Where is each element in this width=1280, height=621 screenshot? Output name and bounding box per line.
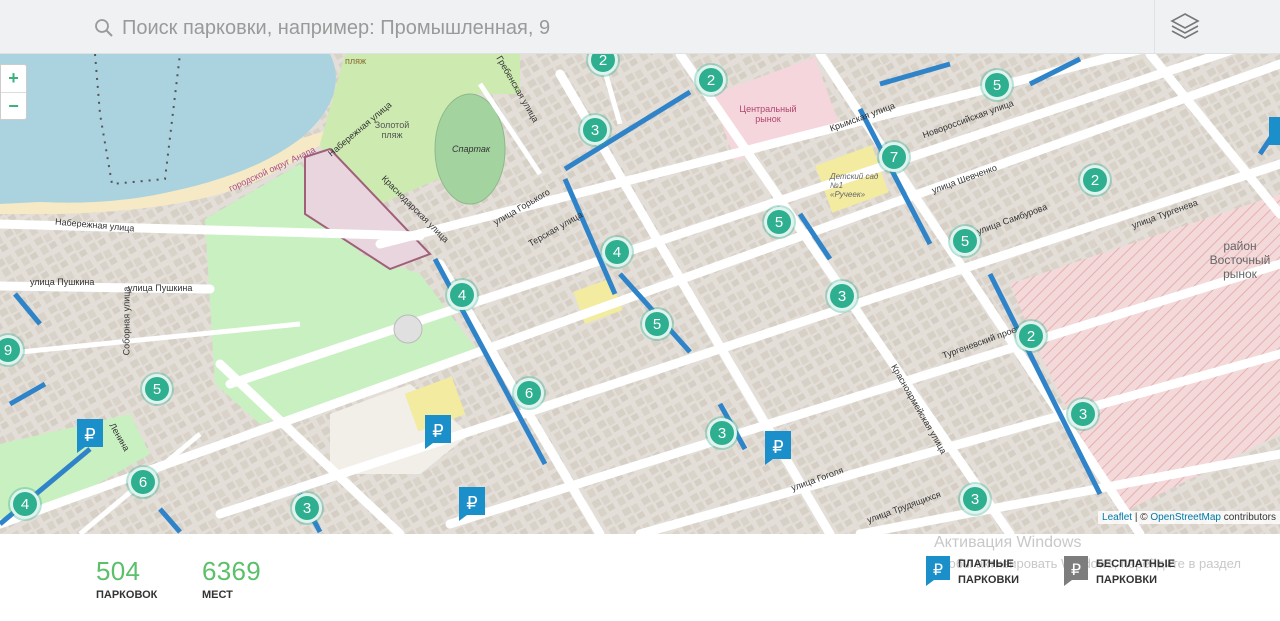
cluster-marker[interactable]: 6 xyxy=(514,378,544,408)
svg-text:₽: ₽ xyxy=(84,425,95,446)
paid-parking-marker[interactable] xyxy=(1268,116,1280,152)
stat-value: 6369 xyxy=(202,556,262,586)
svg-text:₽: ₽ xyxy=(1071,560,1081,579)
cluster-marker[interactable]: 5 xyxy=(142,374,172,404)
paid-parking-icon: ₽ xyxy=(926,556,950,586)
cluster-marker[interactable]: 2 xyxy=(1080,165,1110,195)
svg-text:₽: ₽ xyxy=(933,560,943,579)
search-input[interactable] xyxy=(122,16,1022,40)
cluster-marker[interactable]: 3 xyxy=(1068,399,1098,429)
leaflet-link[interactable]: Leaflet xyxy=(1102,512,1132,523)
stat-value: 504 xyxy=(96,556,141,586)
paid-parking-marker[interactable]: ₽ xyxy=(458,486,486,522)
cluster-marker[interactable]: 5 xyxy=(950,226,980,256)
cluster-marker[interactable]: 3 xyxy=(707,418,737,448)
cluster-marker[interactable]: 5 xyxy=(982,70,1012,100)
stat-spaces: 6369 МЕСТ xyxy=(202,556,261,601)
search-box[interactable] xyxy=(94,14,1022,42)
zoom-out-button[interactable]: − xyxy=(1,92,26,119)
legend-label: БЕСПЛАТНЫЕ ПАРКОВКИ xyxy=(1096,558,1175,586)
svg-text:₽: ₽ xyxy=(432,421,443,442)
cluster-marker[interactable]: 6 xyxy=(128,467,158,497)
paid-parking-marker[interactable]: ₽ xyxy=(76,418,104,454)
search-icon xyxy=(95,19,113,37)
free-parking-icon: ₽ xyxy=(1064,556,1088,586)
svg-text:₽: ₽ xyxy=(466,493,477,514)
cluster-marker[interactable]: 4 xyxy=(447,280,477,310)
cluster-marker[interactable]: 2 xyxy=(588,54,618,75)
svg-text:₽: ₽ xyxy=(772,437,783,458)
cluster-marker[interactable]: 9 xyxy=(0,335,23,365)
legend-free[interactable]: ₽ БЕСПЛАТНЫЕ ПАРКОВКИ xyxy=(1064,556,1175,588)
legend-label: ПЛАТНЫЕ ПАРКОВКИ xyxy=(958,558,1020,586)
cluster-marker[interactable]: 2 xyxy=(696,65,726,95)
cluster-marker[interactable]: 2 xyxy=(1016,321,1046,351)
cluster-marker[interactable]: 3 xyxy=(292,493,322,523)
stat-parkings: 504 ПАРКОВОК xyxy=(96,556,157,601)
cluster-marker[interactable]: 4 xyxy=(602,237,632,267)
attribution-separator: | © xyxy=(1132,512,1151,523)
watermark-line1: Активация Windows xyxy=(934,534,1082,551)
cluster-marker[interactable]: 3 xyxy=(580,115,610,145)
paid-parking-marker[interactable]: ₽ xyxy=(424,414,452,450)
attribution-tail: contributors xyxy=(1220,512,1276,523)
legend-paid[interactable]: ₽ ПЛАТНЫЕ ПАРКОВКИ xyxy=(926,556,1019,588)
cluster-marker[interactable]: 5 xyxy=(642,309,672,339)
cluster-marker[interactable]: 7 xyxy=(879,142,909,172)
osm-link[interactable]: OpenStreetMap xyxy=(1150,512,1221,523)
cluster-layer: 2 2 5 3 7 2 5 5 4 4 3 5 2 9 5 6 3 3 3 6 4 3 xyxy=(0,54,1280,534)
cluster-marker[interactable]: 5 xyxy=(764,207,794,237)
map-attribution: Leaflet | © OpenStreetMap contributors xyxy=(1098,511,1280,524)
cluster-marker[interactable]: 3 xyxy=(827,281,857,311)
cluster-marker[interactable]: 3 xyxy=(960,484,990,514)
map[interactable]: Набережная улица Набережная улица Золото… xyxy=(0,54,1280,534)
layers-panel xyxy=(1154,0,1280,54)
zoom-control: + − xyxy=(0,64,27,120)
top-bar xyxy=(0,0,1280,54)
layers-icon[interactable] xyxy=(1169,10,1201,42)
paid-parking-marker[interactable]: ₽ xyxy=(764,430,792,466)
zoom-in-button[interactable]: + xyxy=(1,65,26,92)
cluster-marker[interactable]: 4 xyxy=(10,489,40,519)
stat-label: ПАРКОВОК xyxy=(96,589,158,601)
footer: 504 ПАРКОВОК 6369 МЕСТ Активация Windows… xyxy=(0,534,1280,621)
stat-label: МЕСТ xyxy=(202,589,233,601)
